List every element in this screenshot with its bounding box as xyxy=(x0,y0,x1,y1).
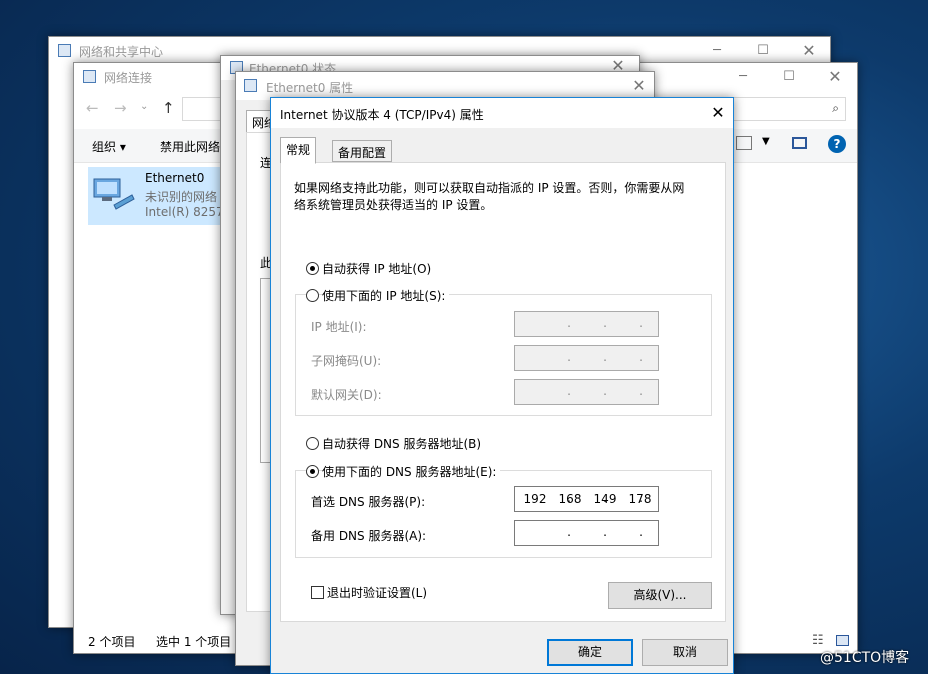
dns-octet-2: 168 xyxy=(558,492,582,506)
general-panel: 如果网络支持此功能，则可以获取自动指派的 IP 设置。否则，你需要从网 络系统管… xyxy=(280,162,726,622)
organize-menu[interactable]: 组织 ▾ xyxy=(92,138,126,155)
adapter-name: Ethernet0 xyxy=(145,171,205,185)
tab-strip: 常规 备用配置 xyxy=(280,137,730,164)
window-title: 网络连接 xyxy=(104,71,153,85)
alternate-dns-label: 备用 DNS 服务器(A): xyxy=(311,529,427,543)
up-arrow-icon[interactable]: ↑ xyxy=(162,99,175,117)
titlebar: Ethernet0 属性 ✕ xyxy=(236,72,654,100)
validate-on-exit-label[interactable]: 退出时验证设置(L) xyxy=(327,584,427,601)
close-button[interactable]: ✕ xyxy=(812,63,857,91)
network-icon xyxy=(58,44,71,57)
maximize-button[interactable]: ☐ xyxy=(740,37,786,65)
close-button[interactable]: ✕ xyxy=(703,98,733,126)
adapter-device: Intel(R) 8257 xyxy=(145,205,224,219)
ok-button[interactable]: 确定 xyxy=(547,639,633,666)
preferred-dns-field[interactable]: 192 . 168 . 149 . 178 xyxy=(514,486,659,512)
disable-device-button[interactable]: 禁用此网络 xyxy=(160,138,220,155)
adapter-item-ethernet0[interactable]: Ethernet0 未识别的网络 Intel(R) 8257 xyxy=(88,167,238,225)
tab-alternate-configuration[interactable]: 备用配置 xyxy=(332,140,393,162)
details-view-icon[interactable]: ☷ xyxy=(812,633,824,648)
window-title: Ethernet0 属性 xyxy=(266,81,354,95)
network-adapter-icon xyxy=(92,175,136,211)
minimize-button[interactable]: ─ xyxy=(720,63,766,91)
default-gateway-label: 默认网关(D): xyxy=(311,388,382,402)
search-box[interactable]: ⌕ xyxy=(724,97,846,121)
auto-ip-label[interactable]: 自动获得 IP 地址(O) xyxy=(322,260,431,277)
manual-ip-radio[interactable] xyxy=(306,289,319,302)
default-gateway-field: ... xyxy=(514,379,659,405)
preview-pane-icon[interactable] xyxy=(792,137,807,149)
subnet-mask-field: ... xyxy=(514,345,659,371)
dns-octet-4: 178 xyxy=(628,492,652,506)
close-button[interactable]: ✕ xyxy=(624,72,654,100)
cancel-button[interactable]: 取消 xyxy=(642,639,728,666)
recent-chevron-icon[interactable]: ⌄ xyxy=(140,101,148,112)
auto-dns-radio[interactable] xyxy=(306,437,319,450)
large-icons-view-icon[interactable] xyxy=(836,635,849,646)
forward-arrow-icon[interactable]: → xyxy=(114,99,127,117)
advanced-button[interactable]: 高级(V)... xyxy=(608,582,712,609)
search-icon: ⌕ xyxy=(832,101,839,115)
ip-address-field: ... xyxy=(514,311,659,337)
manual-dns-label[interactable]: 使用下面的 DNS 服务器地址(E): xyxy=(322,463,501,480)
validate-on-exit-checkbox[interactable] xyxy=(311,586,324,599)
watermark: @51CTO博客 xyxy=(820,650,910,666)
ipv4-properties-dialog: Internet 协议版本 4 (TCP/IPv4) 属性 ✕ 常规 备用配置 … xyxy=(270,97,734,674)
subnet-mask-label: 子网掩码(U): xyxy=(311,354,382,368)
manual-dns-radio[interactable] xyxy=(306,465,319,478)
maximize-button[interactable]: ☐ xyxy=(766,63,812,91)
preferred-dns-label: 首选 DNS 服务器(P): xyxy=(311,495,426,509)
auto-dns-label[interactable]: 自动获得 DNS 服务器地址(B) xyxy=(322,435,481,452)
view-dropdown-icon[interactable]: ▼ xyxy=(762,136,770,147)
back-arrow-icon[interactable]: ← xyxy=(86,99,99,117)
selected-count: 选中 1 个项目 xyxy=(156,635,232,649)
tab-general[interactable]: 常规 xyxy=(280,137,317,164)
view-options-icon[interactable] xyxy=(736,136,752,150)
item-count: 2 个项目 xyxy=(88,635,136,649)
close-button[interactable]: ✕ xyxy=(786,37,830,65)
auto-ip-radio[interactable] xyxy=(306,262,319,275)
ip-address-label: IP 地址(I): xyxy=(311,320,367,334)
window-title: 网络和共享中心 xyxy=(79,45,164,59)
help-icon[interactable]: ? xyxy=(828,135,846,153)
network-icon xyxy=(244,79,257,92)
titlebar: Internet 协议版本 4 (TCP/IPv4) 属性 ✕ xyxy=(271,98,733,128)
manual-ip-label[interactable]: 使用下面的 IP 地址(S): xyxy=(322,287,450,304)
dns-octet-3: 149 xyxy=(593,492,617,506)
address-bar[interactable] xyxy=(182,97,222,121)
adapter-status: 未识别的网络 xyxy=(145,190,218,204)
alternate-dns-field[interactable]: ... xyxy=(514,520,659,546)
dialog-title: Internet 协议版本 4 (TCP/IPv4) 属性 xyxy=(280,108,484,122)
description-line2: 络系统管理员处获得适当的 IP 设置。 xyxy=(294,198,493,212)
minimize-button[interactable]: ─ xyxy=(694,37,740,65)
network-icon xyxy=(83,70,96,83)
dns-octet-1: 192 xyxy=(523,492,547,506)
description-line1: 如果网络支持此功能，则可以获取自动指派的 IP 设置。否则，你需要从网 xyxy=(294,181,685,195)
